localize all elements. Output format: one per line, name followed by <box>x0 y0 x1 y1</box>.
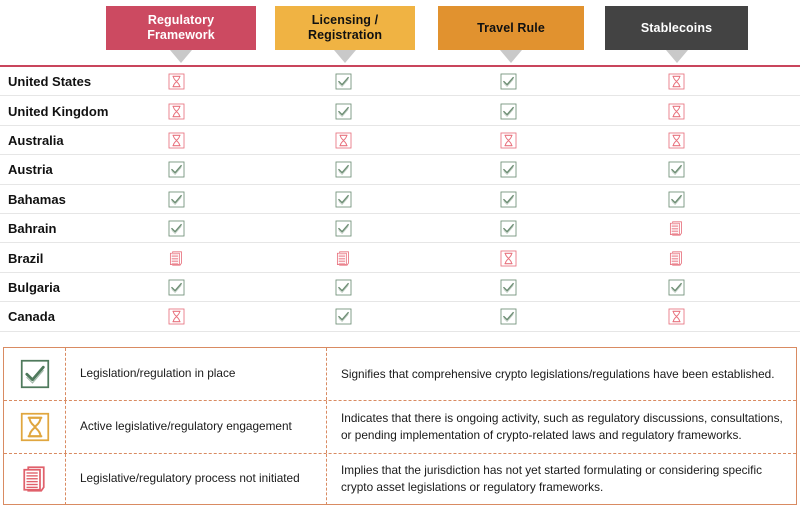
table-row: Canada <box>0 302 800 332</box>
status-cell-document-icon <box>323 243 363 272</box>
legend-row: Active legislative/regulatory engagement… <box>4 400 796 453</box>
status-cell-hourglass-icon <box>156 67 196 96</box>
column-header-licensing-registration[interactable]: Licensing / Registration <box>275 6 415 50</box>
status-cell-check-icon <box>156 214 196 243</box>
down-arrow-icon-licensing-registration <box>334 50 356 63</box>
jurisdiction-name: Bulgaria <box>8 279 61 295</box>
status-cell-check-icon <box>656 273 696 302</box>
status-cell-hourglass-icon <box>156 302 196 331</box>
table-row: Australia <box>0 126 800 156</box>
legend-row: Legislative/regulatory process not initi… <box>4 452 796 505</box>
table-row: Bahamas <box>0 185 800 214</box>
legend-description: Indicates that there is ongoing activity… <box>341 411 783 442</box>
status-cell-check-icon <box>488 67 528 96</box>
status-cell-check-icon <box>323 214 363 243</box>
column-header-stablecoins[interactable]: Stablecoins <box>605 6 748 50</box>
column-header-regulatory-framework[interactable]: Regulatory Framework <box>106 6 256 50</box>
status-cell-hourglass-icon <box>656 67 696 96</box>
status-cell-hourglass-icon <box>656 302 696 331</box>
status-cell-hourglass-icon <box>656 126 696 155</box>
jurisdiction-status-matrix: United States United Kingdom Australia Aust… <box>0 67 800 332</box>
column-header-line1: Stablecoins <box>640 20 713 35</box>
jurisdiction-name: United States <box>8 74 92 90</box>
status-cell-check-icon <box>488 155 528 184</box>
status-cell-check-icon <box>323 155 363 184</box>
status-cell-check-icon <box>323 302 363 331</box>
legend-label: Legislative/regulatory process not initi… <box>66 453 327 505</box>
legend-label: Legislation/regulation in place <box>66 348 327 401</box>
status-cell-check-icon <box>488 302 528 331</box>
column-header-line2: Registration <box>307 28 383 42</box>
status-cell-check-icon <box>488 96 528 125</box>
table-row: Austria <box>0 155 800 185</box>
legend-document-icon <box>4 453 66 505</box>
table-row: Bulgaria <box>0 273 800 303</box>
legend-description: Implies that the jurisdiction has not ye… <box>341 463 762 495</box>
status-cell-hourglass-icon <box>323 126 363 155</box>
table-row: United Kingdom <box>0 96 800 126</box>
status-cell-hourglass-icon <box>156 96 196 125</box>
status-cell-check-icon <box>488 273 528 302</box>
column-header-line1: Licensing / <box>311 13 379 28</box>
status-cell-document-icon <box>156 243 196 272</box>
infographic-root: Regulatory Framework Licensing / Registr… <box>0 0 800 510</box>
status-cell-check-icon <box>323 96 363 125</box>
status-cell-check-icon <box>656 155 696 184</box>
column-header-travel-rule[interactable]: Travel Rule <box>438 6 584 50</box>
column-header-line1: Travel Rule <box>477 20 545 35</box>
table-row: United States <box>0 67 800 97</box>
status-cell-check-icon <box>488 185 528 214</box>
down-arrow-icon-stablecoins <box>665 50 688 63</box>
legend-check-icon <box>4 348 66 401</box>
status-cell-hourglass-icon <box>488 126 528 155</box>
legend-row: Legislation/regulation in place Signifies… <box>4 348 796 401</box>
column-header-band: Regulatory Framework Licensing / Registr… <box>0 0 800 66</box>
status-cell-document-icon <box>656 214 696 243</box>
table-row: Brazil <box>0 243 800 273</box>
status-cell-hourglass-icon <box>656 96 696 125</box>
status-cell-check-icon <box>156 273 196 302</box>
jurisdiction-name: Austria <box>8 162 53 178</box>
status-cell-check-icon <box>323 185 363 214</box>
status-cell-check-icon <box>488 214 528 243</box>
status-cell-check-icon <box>656 185 696 214</box>
status-cell-document-icon <box>656 243 696 272</box>
jurisdiction-name: Australia <box>8 132 64 148</box>
legend-description: Signifies that comprehensive crypto legi… <box>341 366 775 381</box>
column-header-line1: Regulatory <box>147 13 215 28</box>
status-cell-check-icon <box>323 67 363 96</box>
legend-label: Active legislative/regulatory engagement <box>66 401 327 453</box>
status-cell-check-icon <box>156 155 196 184</box>
status-cell-check-icon <box>323 273 363 302</box>
jurisdiction-name: Brazil <box>8 250 44 266</box>
legend-hourglass-icon <box>4 401 66 453</box>
table-row: Bahrain <box>0 214 800 244</box>
down-arrow-icon-regulatory-framework <box>170 50 192 63</box>
column-header-line2: Framework <box>147 28 215 42</box>
jurisdiction-name: United Kingdom <box>8 103 109 119</box>
status-cell-check-icon <box>156 185 196 214</box>
jurisdiction-name: Bahamas <box>8 191 66 207</box>
status-cell-hourglass-icon <box>156 126 196 155</box>
jurisdiction-name: Canada <box>8 309 55 325</box>
down-arrow-icon-travel-rule <box>500 50 522 63</box>
status-cell-hourglass-icon <box>488 243 528 272</box>
jurisdiction-name: Bahrain <box>8 221 57 237</box>
legend-box: Legislation/regulation in place Signifies… <box>3 347 797 505</box>
